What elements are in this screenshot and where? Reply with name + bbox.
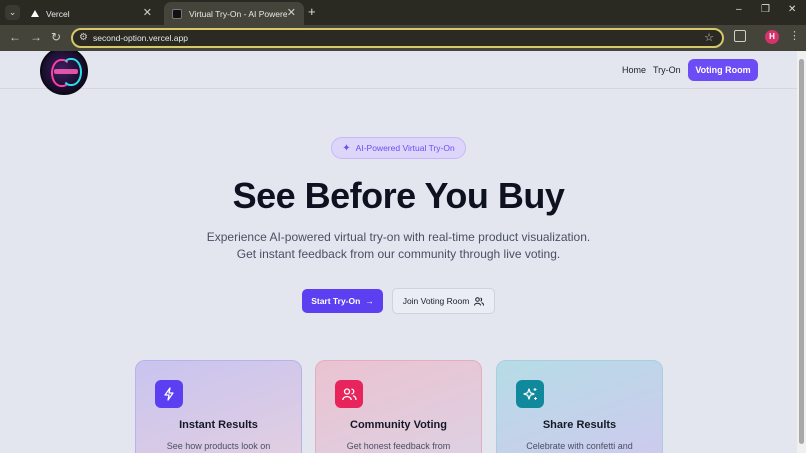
arrow-right-icon: → xyxy=(365,296,374,306)
site-logo[interactable] xyxy=(40,51,88,95)
sparkles-icon xyxy=(516,380,544,408)
start-try-on-label: Start Try-On xyxy=(311,296,361,306)
start-try-on-button[interactable]: Start Try-On → xyxy=(302,289,383,313)
join-voting-room-label: Join Voting Room xyxy=(402,296,470,306)
join-voting-room-button[interactable]: Join Voting Room xyxy=(392,288,495,314)
hero-subtitle: Experience AI-powered virtual try-on wit… xyxy=(0,229,797,263)
tab-vercel[interactable]: Vercel ✕ xyxy=(23,2,160,25)
reload-icon[interactable]: ↻ xyxy=(51,30,61,44)
profile-avatar[interactable]: H xyxy=(765,30,779,44)
feature-desc: Celebrate with confetti and xyxy=(526,441,633,451)
window-close-button[interactable]: ✕ xyxy=(788,4,796,15)
tab-virtual-try-on[interactable]: Virtual Try-On - AI Powered ✕ xyxy=(164,2,304,25)
ai-badge: ✦ AI-Powered Virtual Try-On xyxy=(331,137,466,159)
site-header: Home Try-On Voting Room xyxy=(0,51,797,95)
nav-home[interactable]: Home xyxy=(622,65,646,75)
users-icon xyxy=(335,380,363,408)
tab-search-chevron-icon[interactable]: ⌄ xyxy=(5,5,20,20)
minimize-button[interactable]: – xyxy=(736,4,742,15)
page-viewport: Home Try-On Voting Room ✦ AI-Powered Vir… xyxy=(0,51,797,453)
close-icon[interactable]: ✕ xyxy=(287,8,296,19)
feature-desc: Get honest feedback from xyxy=(346,441,451,451)
menu-kebab-icon[interactable]: ⋮ xyxy=(789,29,800,42)
url-text[interactable]: second-option.vercel.app xyxy=(93,33,188,43)
feature-title: Community Voting xyxy=(350,419,447,431)
tab-title: Virtual Try-On - AI Powered xyxy=(189,8,287,19)
nav-try-on[interactable]: Try-On xyxy=(653,65,681,75)
feature-desc: See how products look on xyxy=(166,441,271,451)
hero-title: See Before You Buy xyxy=(232,175,565,216)
bookmark-star-icon[interactable]: ☆ xyxy=(704,31,714,44)
restore-button[interactable]: ❐ xyxy=(761,4,770,15)
feature-title: Instant Results xyxy=(179,419,258,431)
glasses-shape xyxy=(54,69,78,74)
page-scrollbar[interactable] xyxy=(797,51,806,453)
users-icon xyxy=(474,296,485,306)
feature-title: Share Results xyxy=(542,419,617,431)
forward-arrow-icon[interactable]: → xyxy=(30,30,42,44)
tab-title: Vercel xyxy=(46,8,70,19)
address-bar[interactable]: ⚙ second-option.vercel.app ☆ xyxy=(71,28,724,48)
extensions-puzzle-icon[interactable] xyxy=(734,30,746,42)
lightning-icon xyxy=(155,380,183,408)
app-favicon-icon xyxy=(172,8,182,19)
scrollbar-thumb[interactable] xyxy=(799,59,804,444)
voting-room-button[interactable]: Voting Room xyxy=(688,59,758,81)
site-settings-icon[interactable]: ⚙ xyxy=(79,32,88,43)
hero-subtitle-line-1: Experience AI-powered virtual try-on wit… xyxy=(206,230,591,244)
hero-subtitle-line-2: Get instant feedback from our community … xyxy=(236,247,561,261)
browser-toolbar: ← → ↻ ⚙ second-option.vercel.app ☆ H ⋮ xyxy=(0,25,806,51)
back-arrow-icon[interactable]: ← xyxy=(9,30,21,44)
feature-card-share-results: Share Results Celebrate with confetti an… xyxy=(496,360,663,453)
close-icon[interactable]: ✕ xyxy=(143,8,152,19)
new-tab-button[interactable]: + xyxy=(308,5,316,19)
sparkles-icon: ✦ xyxy=(342,142,351,154)
feature-card-instant-results: Instant Results See how products look on xyxy=(135,360,302,453)
tab-strip: ⌄ Vercel ✕ Virtual Try-On - AI Powered ✕… xyxy=(0,0,806,25)
badge-text: AI-Powered Virtual Try-On xyxy=(355,143,455,153)
vercel-triangle-icon xyxy=(31,10,39,17)
feature-card-community-voting: Community Voting Get honest feedback fro… xyxy=(315,360,482,453)
